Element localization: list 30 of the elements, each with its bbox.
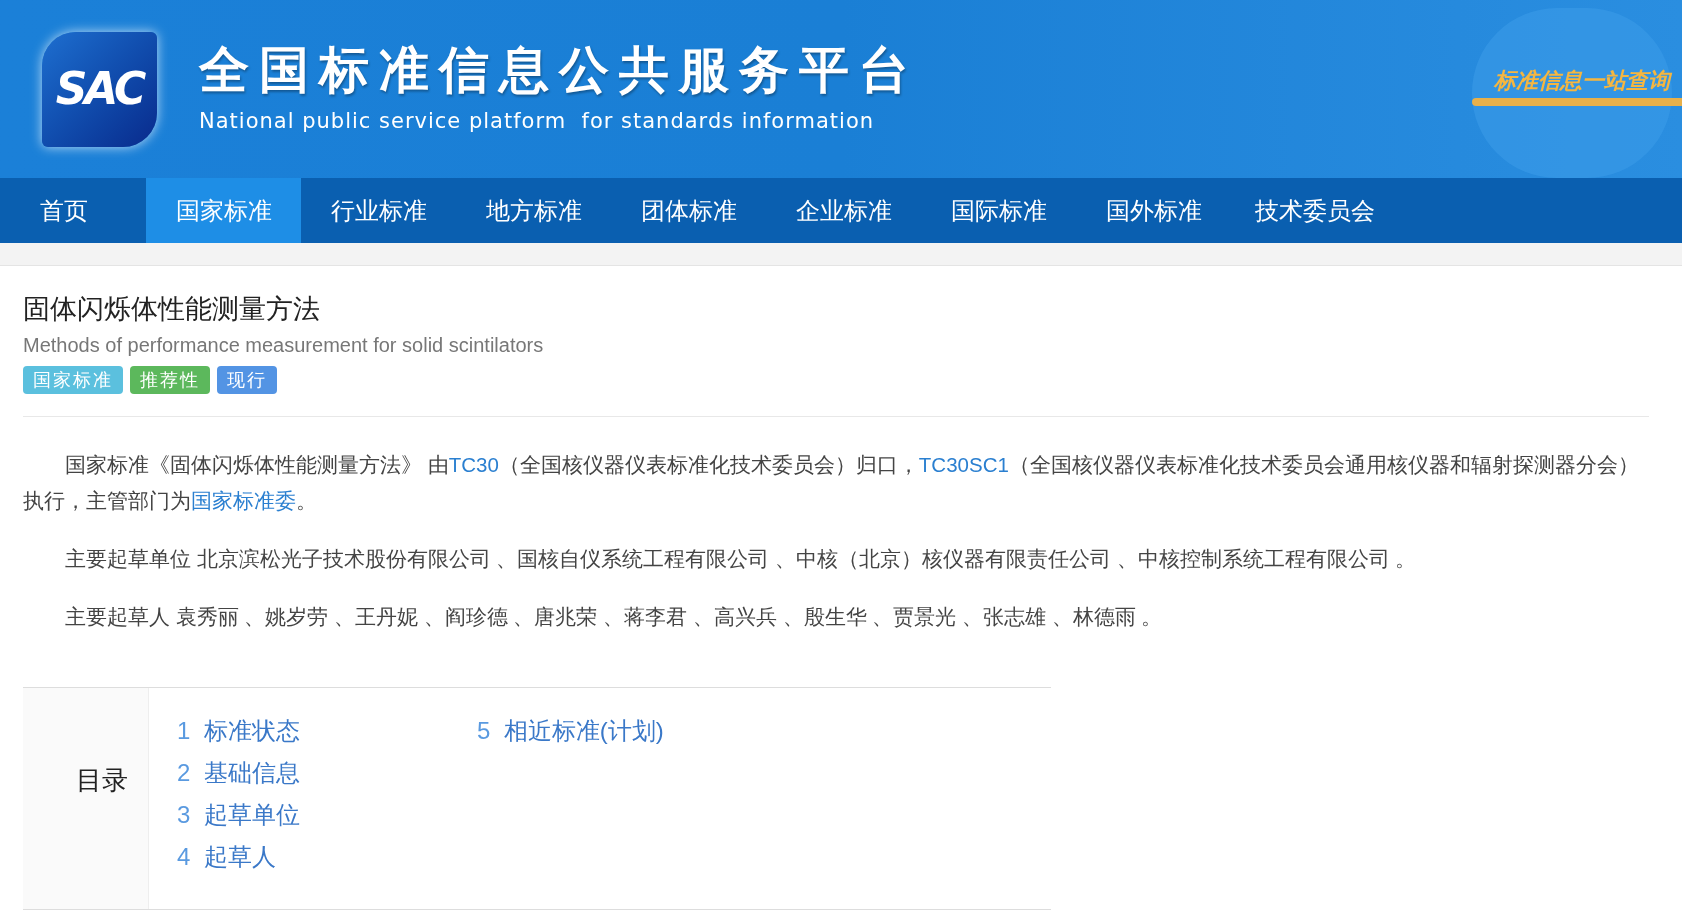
link[interactable]: 国家标准委 [191, 489, 296, 512]
status-tag: 推荐性 [130, 366, 210, 394]
nav-tab[interactable]: 地方标准 [456, 178, 611, 243]
nav-tab[interactable]: 国家标准 [146, 178, 301, 243]
link[interactable]: TC30SC1 [918, 453, 1009, 476]
standard-title-english: Methods of performance measurement for solid scintilators [23, 333, 545, 358]
nav-tab[interactable]: 国外标准 [1076, 178, 1231, 243]
toc-link[interactable]: 2 基础信息 [177, 756, 449, 790]
toc-link[interactable]: 5 相近标准(计划) [477, 714, 749, 748]
toc-link[interactable]: 1 标准状态 [177, 714, 449, 748]
nav-tab[interactable]: 国际标准 [921, 178, 1076, 243]
link[interactable]: TC30 [448, 453, 499, 476]
standard-title: 固体闪烁体性能测量方法 [23, 293, 321, 326]
slogan: 标准信息一站查询 [1494, 66, 1670, 95]
nav-tab[interactable]: 企业标准 [766, 178, 921, 243]
logo[interactable]: SAC [42, 31, 157, 147]
site-subtitle: National public service platform for standards information [199, 108, 876, 136]
description-paragraph: 主要起草人 袁秀丽 、姚岁劳 、王丹妮 、阎珍德 、唐兆荣 、蒋李君 、高兴兵 、殷生华 、贾景光 、张志雄 、林德雨 。 [64, 604, 1164, 630]
nav-tab[interactable]: 行业标准 [301, 178, 456, 243]
status-tag: 国家标准 [23, 366, 123, 394]
toc-link[interactable]: 3 起草单位 [177, 798, 449, 832]
nav-tab[interactable]: 技术委员会 [1231, 178, 1386, 243]
nav-tab[interactable]: 团体标准 [611, 178, 766, 243]
toc-link[interactable]: 4 起草人 [177, 840, 449, 874]
nav-tab[interactable]: 首页 [0, 178, 146, 243]
status-tag: 现行 [217, 366, 277, 394]
site-title: 全国标准信息公共服务平台 [199, 41, 919, 101]
toc-heading: 目录 [76, 764, 128, 797]
description-paragraph: 主要起草单位 北京滨松光子技术股份有限公司 、国核自仪系统工程有限公司 、中核（北京）核仪器有限责任公司 、中核控制系统工程有限公司 。 [64, 546, 1418, 572]
description-paragraph: 国家标准《固体闪烁体性能测量方法》 由TC30（全国核仪器仪表标准化技术委员会）归口，TC30SC1（全国核仪器仪表标准化技术委员会通用核仪器和辐射探测器分会）执行，主管部门为国家标准委。 [23, 452, 1640, 514]
